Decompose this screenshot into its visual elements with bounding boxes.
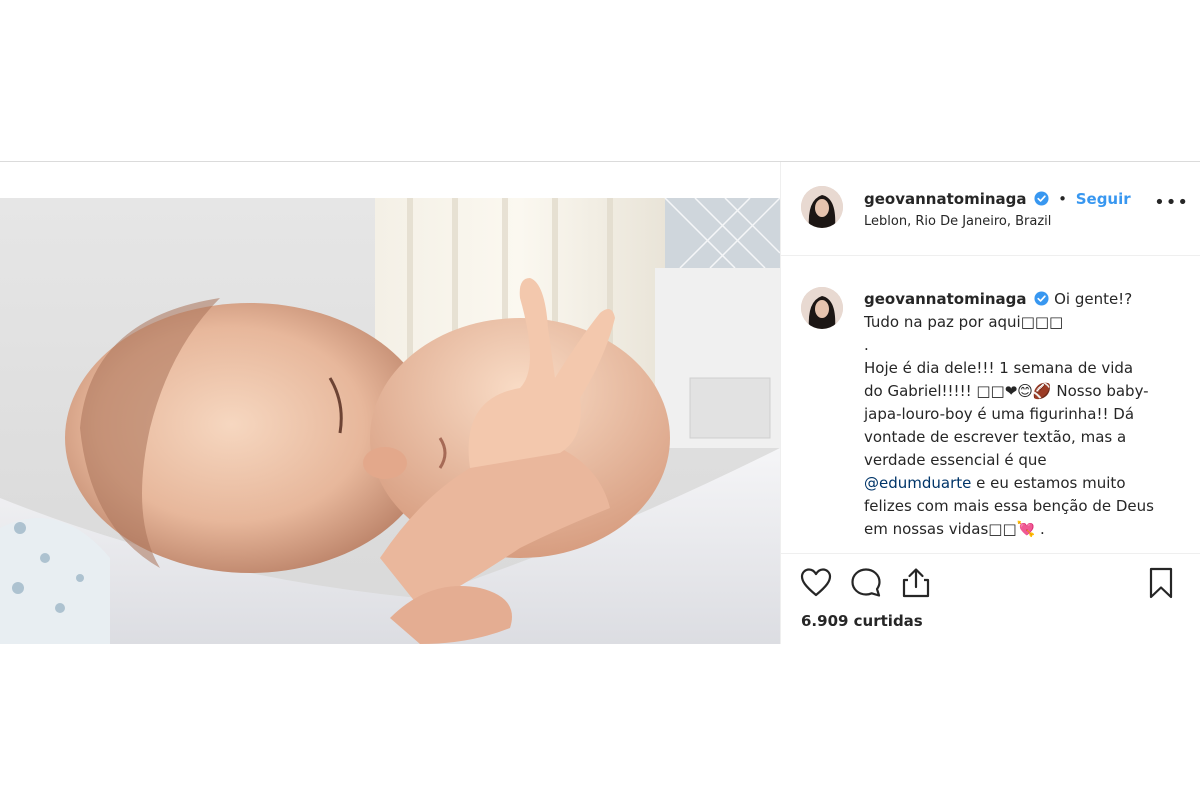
header-line: geovannatominaga • Seguir: [864, 190, 1131, 208]
post-photo[interactable]: [0, 198, 780, 644]
avatar[interactable]: [801, 186, 843, 228]
caption-text-line: verdade essencial é que: [864, 451, 1047, 469]
share-icon[interactable]: [899, 566, 933, 600]
caption-username[interactable]: geovannatominaga: [864, 290, 1027, 308]
caption-text-line: felizes com mais essa benção de Deus: [864, 497, 1154, 515]
caption-text-line: Tudo na paz por aqui□□□: [864, 313, 1064, 331]
post-sidebar: geovannatominaga • Seguir Leblon, Rio De…: [780, 162, 1200, 644]
more-options-icon[interactable]: •••: [1154, 194, 1189, 212]
likes-count[interactable]: 6.909 curtidas: [801, 612, 923, 630]
avatar-image: [801, 186, 843, 228]
caption-text-line: do Gabriel!!!!! □□❤😊🏈 Nosso baby-: [864, 382, 1149, 400]
follow-button[interactable]: Seguir: [1076, 190, 1131, 208]
instagram-post: geovannatominaga • Seguir Leblon, Rio De…: [0, 161, 1200, 644]
caption-text-line: Oi gente!?: [1054, 290, 1133, 308]
comment-icon[interactable]: [849, 566, 883, 600]
bookmark-icon[interactable]: [1144, 566, 1178, 600]
post-caption: geovannatominaga Oi gente!? Tudo na paz …: [864, 288, 1194, 541]
avatar-image: [801, 287, 843, 329]
caption-text-line: Hoje é dia dele!!! 1 semana de vida: [864, 359, 1134, 377]
heart-icon[interactable]: [799, 566, 833, 600]
caption-mention-line: @edumduarte e eu estamos muito: [864, 472, 1194, 495]
caption-text-line: .: [864, 336, 869, 354]
actions-divider: [781, 553, 1200, 554]
post-actions: [799, 566, 1199, 602]
caption-avatar[interactable]: [801, 287, 843, 329]
caption-text-line: vontade de escrever textão, mas a: [864, 428, 1127, 446]
caption-text-line: em nossas vidas□□💘 .: [864, 520, 1045, 538]
header-username[interactable]: geovannatominaga: [864, 190, 1027, 208]
verified-badge-icon: [1034, 291, 1049, 306]
post-header: geovannatominaga • Seguir Leblon, Rio De…: [781, 162, 1200, 256]
baby-photo-illustration: [0, 198, 780, 644]
caption-first-line: geovannatominaga Oi gente!?: [864, 288, 1194, 311]
mention-link[interactable]: @edumduarte: [864, 474, 971, 492]
location-link[interactable]: Leblon, Rio De Janeiro, Brazil: [864, 214, 1051, 229]
separator-dot: •: [1058, 190, 1067, 208]
verified-badge-icon: [1034, 191, 1049, 206]
caption-text-line: e eu estamos muito: [976, 474, 1126, 492]
caption-text-line: japa-louro-boy é uma figurinha!! Dá: [864, 405, 1135, 423]
